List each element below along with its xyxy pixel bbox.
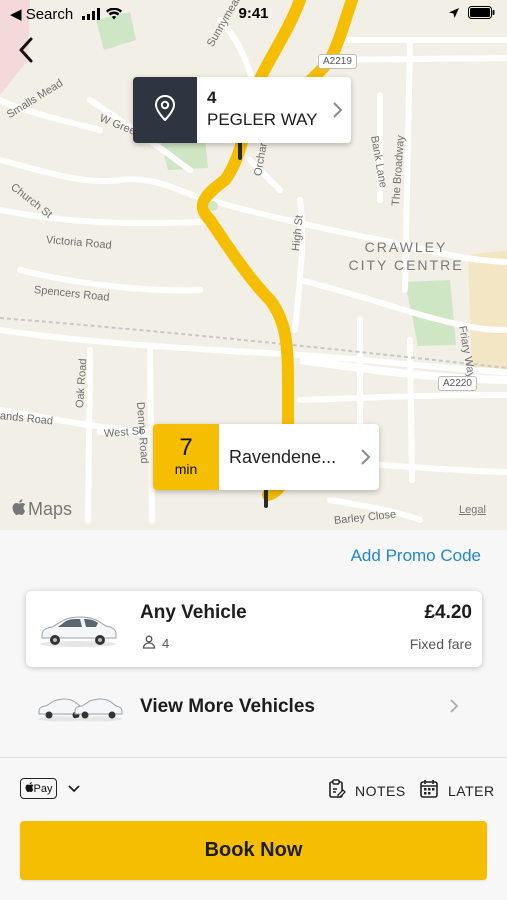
apple-logo-icon <box>25 782 34 795</box>
booking-sheet: Add Promo Code Any Vehicle 4 £4.20 Fixed… <box>0 530 507 900</box>
status-bar: ◀ Search 9:41 <box>0 0 507 28</box>
vehicle-option-card[interactable]: Any Vehicle 4 £4.20 Fixed fare <box>26 591 482 667</box>
car-icon <box>38 613 118 652</box>
back-button[interactable] <box>8 34 44 70</box>
area-label: CRAWLEY CITY CENTRE <box>348 239 464 273</box>
options-row: Pay NOTES LATER <box>0 758 507 818</box>
dropoff-pin <box>264 488 268 508</box>
location-pin-icon <box>154 94 176 126</box>
maps-label: Maps <box>28 499 73 519</box>
chevron-right-icon <box>449 698 459 719</box>
calendar-icon <box>419 779 439 802</box>
road-shield: A2220 <box>438 376 477 391</box>
payment-method-selector[interactable]: Pay <box>20 778 81 799</box>
book-later-button[interactable]: LATER <box>419 779 495 802</box>
dropoff-name: Ravendene... <box>229 446 337 467</box>
person-icon <box>142 635 156 652</box>
vehicle-name: Any Vehicle <box>140 602 247 623</box>
dropoff-callout[interactable]: 7 min Ravendene... <box>153 424 379 490</box>
apple-pay-badge: Pay <box>20 778 57 799</box>
chevron-right-icon <box>323 77 351 143</box>
seat-count: 4 <box>162 636 170 651</box>
eta-unit: min <box>174 461 198 477</box>
wifi-icon <box>106 7 122 24</box>
fare-type: Fixed fare <box>409 636 472 652</box>
cars-icon <box>36 694 124 727</box>
maps-attribution: Maps <box>12 499 72 520</box>
signal-icon <box>82 7 100 24</box>
apple-pay-label: Pay <box>33 782 53 795</box>
battery-icon <box>468 6 495 23</box>
pickup-street: PEGLER WAY <box>207 110 318 129</box>
pickup-number: 4 <box>207 88 217 107</box>
chevron-right-icon <box>351 424 379 490</box>
eta-minutes: 7 <box>179 434 193 461</box>
add-promo-code-link[interactable]: Add Promo Code <box>351 546 481 566</box>
location-arrow-icon <box>448 6 460 23</box>
chevron-left-icon <box>18 37 34 68</box>
fare-price: £4.20 <box>424 602 472 623</box>
status-time: 9:41 <box>238 5 269 22</box>
pickup-badge <box>133 77 197 143</box>
legal-link[interactable]: Legal <box>459 504 486 516</box>
seat-capacity: 4 <box>142 635 169 652</box>
map-view[interactable]: Smalls Mead W Green Sunnymead Church St … <box>0 0 507 530</box>
road-shield: A2219 <box>318 54 357 69</box>
view-more-vehicles-button[interactable]: View More Vehicles <box>0 680 507 736</box>
pickup-callout[interactable]: 4 PEGLER WAY <box>133 77 351 143</box>
notes-icon <box>328 779 346 802</box>
notes-label: NOTES <box>355 782 406 799</box>
view-more-vehicles-label: View More Vehicles <box>140 696 315 717</box>
pickup-pin <box>238 140 242 160</box>
book-now-button[interactable]: Book Now <box>20 821 487 880</box>
eta-badge: 7 min <box>153 424 219 490</box>
chevron-down-icon <box>67 780 81 798</box>
apple-logo-icon <box>12 499 26 520</box>
notes-button[interactable]: NOTES <box>328 779 406 802</box>
later-label: LATER <box>448 782 495 799</box>
